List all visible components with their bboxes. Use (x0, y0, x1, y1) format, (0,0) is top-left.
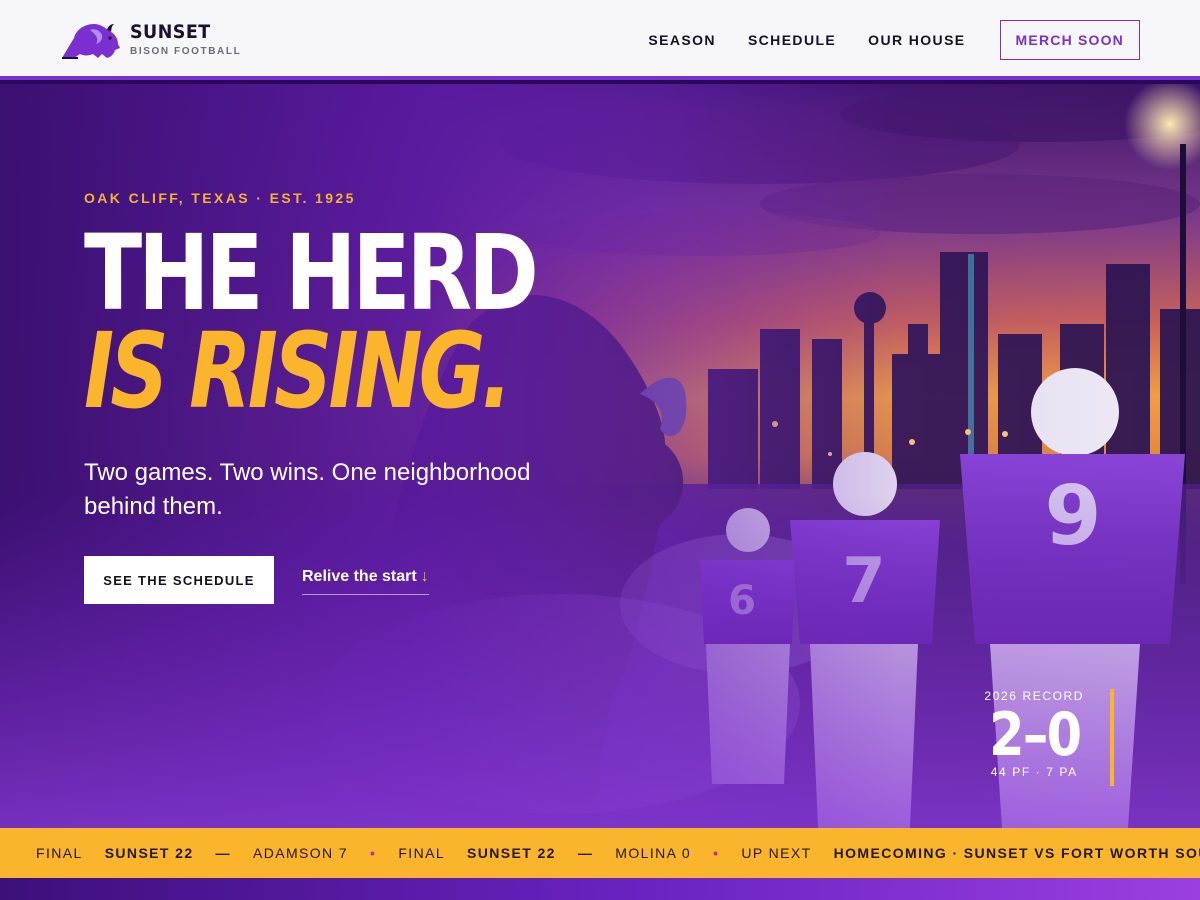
bison-icon (62, 24, 120, 59)
headline-line-1: THE HERD (84, 212, 539, 334)
hero-section: 6 7 9 OAK CLIFF, TEXAS · EST. 1925 THE H… (0, 84, 1200, 828)
site-header: SUNSET BISON FOOTBALL SEASON SCHEDULE OU… (0, 0, 1200, 80)
hero-eyebrow: OAK CLIFF, TEXAS · EST. 1925 (84, 190, 356, 206)
relive-start-label: Relive the start (302, 568, 417, 585)
ticker-separator: • (713, 845, 720, 861)
season-record: 2026 RECORD 2–0 44 PF · 7 PA (981, 689, 1114, 786)
brand: SUNSET BISON FOOTBALL (130, 23, 241, 57)
ticker-item: ADAMSON 7 (252, 845, 349, 861)
merch-button[interactable]: MERCH SOON (999, 20, 1140, 60)
main-nav: SEASON SCHEDULE OUR HOUSE MERCH SOON (616, 20, 1140, 60)
hero-headline: THE HERD IS RISING. (84, 212, 634, 432)
ticker-item: FINAL (36, 845, 83, 861)
arrow-down-icon: ↓ (420, 568, 429, 585)
score-ticker: FINAL SUNSET 22 — ADAMSON 7 • FINAL SUNS… (0, 828, 1200, 878)
ticker-item: — (215, 845, 231, 861)
brand-subtitle: BISON FOOTBALL (130, 46, 242, 57)
hero-subheadline: Two games. Two wins. One neighborhood be… (84, 459, 531, 520)
ticker-item: SUNSET 22 (104, 845, 194, 861)
ticker-item: — (577, 845, 594, 861)
see-schedule-button[interactable]: SEE THE SCHEDULE (84, 556, 274, 604)
ticker-separator: • (370, 845, 377, 861)
logo[interactable]: SUNSET BISON FOOTBALL (60, 18, 241, 62)
nav-link-our-house[interactable]: OUR HOUSE (868, 32, 965, 48)
relive-start-link[interactable]: Relive the start ↓ (302, 568, 429, 595)
ticker-item: FINAL (398, 845, 446, 861)
nav-link-schedule[interactable]: SCHEDULE (748, 32, 836, 48)
record-score: 2–0 (988, 700, 1082, 770)
brand-name: SUNSET (130, 21, 211, 43)
bottom-band (0, 878, 1200, 900)
ticker-item: UP NEXT (741, 845, 812, 861)
ticker-item: HOMECOMING · SUNSET VS FORT WORTH SOUTHW… (833, 845, 1200, 861)
headline-line-2: IS RISING. (84, 310, 512, 432)
ticker-item: SUNSET 22 (467, 845, 556, 861)
nav-link-season[interactable]: SEASON (648, 32, 716, 48)
ticker-item: MOLINA 0 (615, 845, 692, 861)
